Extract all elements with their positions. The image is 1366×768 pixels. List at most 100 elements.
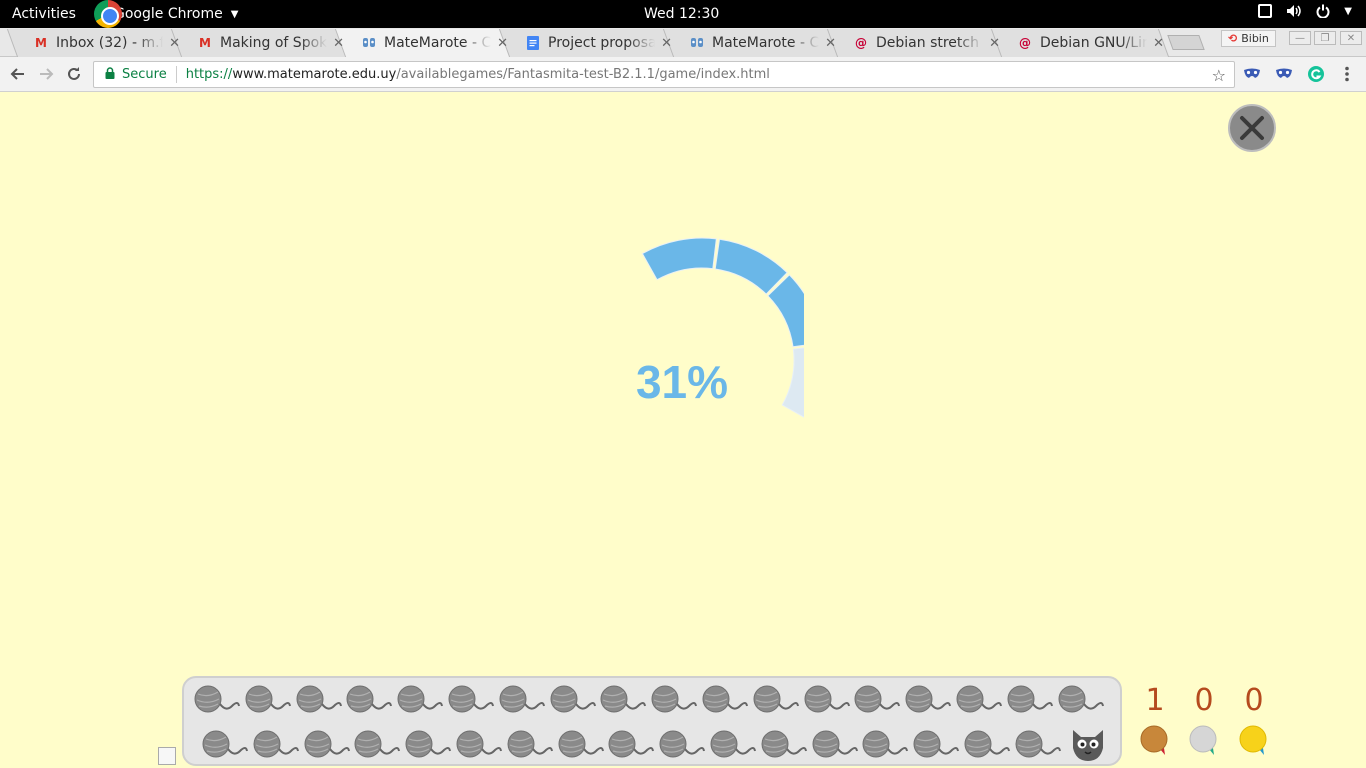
debian-icon: @: [1019, 36, 1031, 50]
tab-debian-stretch[interactable]: @ Debian stretch ✕: [832, 29, 1000, 57]
close-game-button[interactable]: [1228, 104, 1276, 152]
bookmark-star-icon[interactable]: ☆: [1212, 66, 1226, 85]
yarn-ball-icon: [804, 684, 850, 724]
yarn-ball-icon: [448, 684, 494, 724]
yarn-ball-icon: [397, 684, 444, 724]
silver-medal-count: 0: [1194, 683, 1214, 718]
yarn-ball-icon: [558, 729, 604, 768]
app-menu-label: Google Chrome: [114, 6, 223, 22]
gold-medal-count: 0: [1244, 683, 1264, 718]
screen-icon: [1258, 4, 1273, 18]
yarn-ball-icon: [346, 684, 393, 724]
silver-medal-icon: [1189, 723, 1219, 761]
matemarote-icon: [362, 36, 376, 50]
gmail-icon: M: [199, 36, 211, 50]
yarn-ball-icon: [854, 684, 901, 724]
close-icon[interactable]: ✕: [825, 36, 836, 51]
grammarly-icon[interactable]: [1308, 66, 1324, 86]
gold-medal-icon: [1239, 723, 1269, 761]
close-icon[interactable]: ✕: [661, 36, 672, 51]
window-close-button[interactable]: ✕: [1340, 31, 1362, 45]
forward-button[interactable]: [36, 64, 56, 84]
progress-fill: [641, 237, 804, 348]
yarn-ball-icon: [956, 684, 1002, 724]
yarn-ball-icon: [862, 729, 909, 768]
reload-icon: [68, 67, 80, 80]
system-top-bar: Activities Google Chrome ▼ Wed 12:30 ▼: [0, 0, 1366, 28]
yarn-ball-icon: [550, 684, 596, 724]
yarn-ball-icon: [456, 729, 502, 768]
tab-label: Project proposa: [548, 35, 656, 51]
yarn-progress-tray: [182, 676, 1122, 766]
yarn-ball-icon: [753, 684, 799, 724]
yarn-ball-icon: [659, 729, 706, 768]
tab-matemarote-2[interactable]: MateMarote - C ✕: [668, 29, 836, 57]
arrow-left-icon: [10, 68, 24, 80]
yarn-ball-icon: [253, 729, 299, 768]
tab-project-proposal[interactable]: Project proposa ✕: [504, 29, 672, 57]
yarn-ball-icon: [1007, 684, 1053, 724]
minimize-button[interactable]: —: [1289, 31, 1311, 45]
chevron-down-icon: ▼: [1344, 5, 1352, 17]
broken-image-icon: [158, 747, 176, 765]
yarn-ball-icon: [702, 684, 748, 724]
close-icon[interactable]: ✕: [169, 36, 180, 51]
close-icon[interactable]: ✕: [333, 36, 344, 51]
docs-icon: [526, 36, 540, 50]
yarn-ball-icon: [905, 684, 952, 724]
yarn-ball-icon: [245, 684, 291, 724]
omnibox-divider: [175, 66, 177, 83]
secure-label: Secure: [122, 67, 167, 82]
close-icon[interactable]: ✕: [1153, 36, 1164, 51]
tab-debian-gnu-linux[interactable]: @ Debian GNU/Lin ✕: [996, 29, 1164, 57]
yarn-ball-icon: [608, 729, 655, 768]
yarn-ball-icon: [354, 729, 401, 768]
clock[interactable]: Wed 12:30: [644, 6, 719, 22]
tab-making-of-spok[interactable]: M Making of Spok ✕: [176, 29, 344, 57]
reload-button[interactable]: [64, 64, 84, 84]
chrome-menu-icon[interactable]: [1344, 66, 1350, 86]
tab-matemarote-active[interactable]: MateMarote - C ✕: [340, 29, 508, 57]
tab-label: MateMarote - C: [712, 35, 820, 51]
activities-button[interactable]: Activities: [12, 6, 76, 22]
extension-mask-icon[interactable]: [1243, 66, 1261, 85]
tab-label: Debian GNU/Lin: [1040, 35, 1148, 51]
close-icon: [1240, 116, 1264, 140]
yarn-ball-icon: [1058, 684, 1104, 724]
game-page: 31% 1 0 0: [0, 93, 1366, 768]
back-button[interactable]: [8, 64, 28, 84]
yarn-ball-icon: [1015, 729, 1061, 768]
yarn-ball-icon: [651, 684, 698, 724]
yarn-ball-icon: [710, 729, 756, 768]
yarn-ball-icon: [202, 729, 248, 768]
progress-segment-filled: [641, 237, 717, 281]
url-path: /availablegames/Fantasmita-test-B2.1.1/g…: [396, 67, 770, 82]
progress-segment-empty: [781, 347, 804, 418]
tab-inbox[interactable]: M Inbox (32) - m.f ✕: [12, 29, 180, 57]
profile-label: Bibin: [1241, 32, 1269, 45]
new-tab-button[interactable]: [1167, 35, 1205, 50]
system-tray[interactable]: ▼: [1258, 4, 1352, 18]
cat-icon: [1068, 724, 1108, 768]
progress-percentage: 31%: [635, 356, 729, 408]
address-bar[interactable]: Secure https:// www.matemarote.edu.uy /a…: [93, 61, 1235, 88]
yarn-ball-icon: [194, 684, 240, 724]
close-icon[interactable]: ✕: [497, 36, 508, 51]
yarn-ball-icon: [296, 684, 342, 724]
bronze-medal-icon: [1140, 723, 1170, 761]
volume-icon: [1286, 4, 1302, 18]
power-icon: [1316, 4, 1330, 18]
profile-button[interactable]: ⟲ Bibin: [1221, 30, 1276, 47]
maximize-button[interactable]: ❐: [1314, 31, 1336, 45]
caret-down-icon: ▼: [230, 8, 239, 20]
url-host: www.matemarote.edu.uy: [232, 67, 397, 82]
app-menu-button[interactable]: Google Chrome ▼: [94, 0, 239, 28]
yarn-ball-icon: [600, 684, 647, 724]
bronze-medal-count: 1: [1145, 683, 1165, 718]
matemarote-icon: [690, 36, 704, 50]
yarn-ball-icon: [405, 729, 452, 768]
yarn-ball-icon: [507, 729, 553, 768]
arrow-right-icon: [40, 68, 54, 80]
extension-mask-icon[interactable]: [1275, 66, 1293, 85]
close-icon[interactable]: ✕: [989, 36, 1000, 51]
